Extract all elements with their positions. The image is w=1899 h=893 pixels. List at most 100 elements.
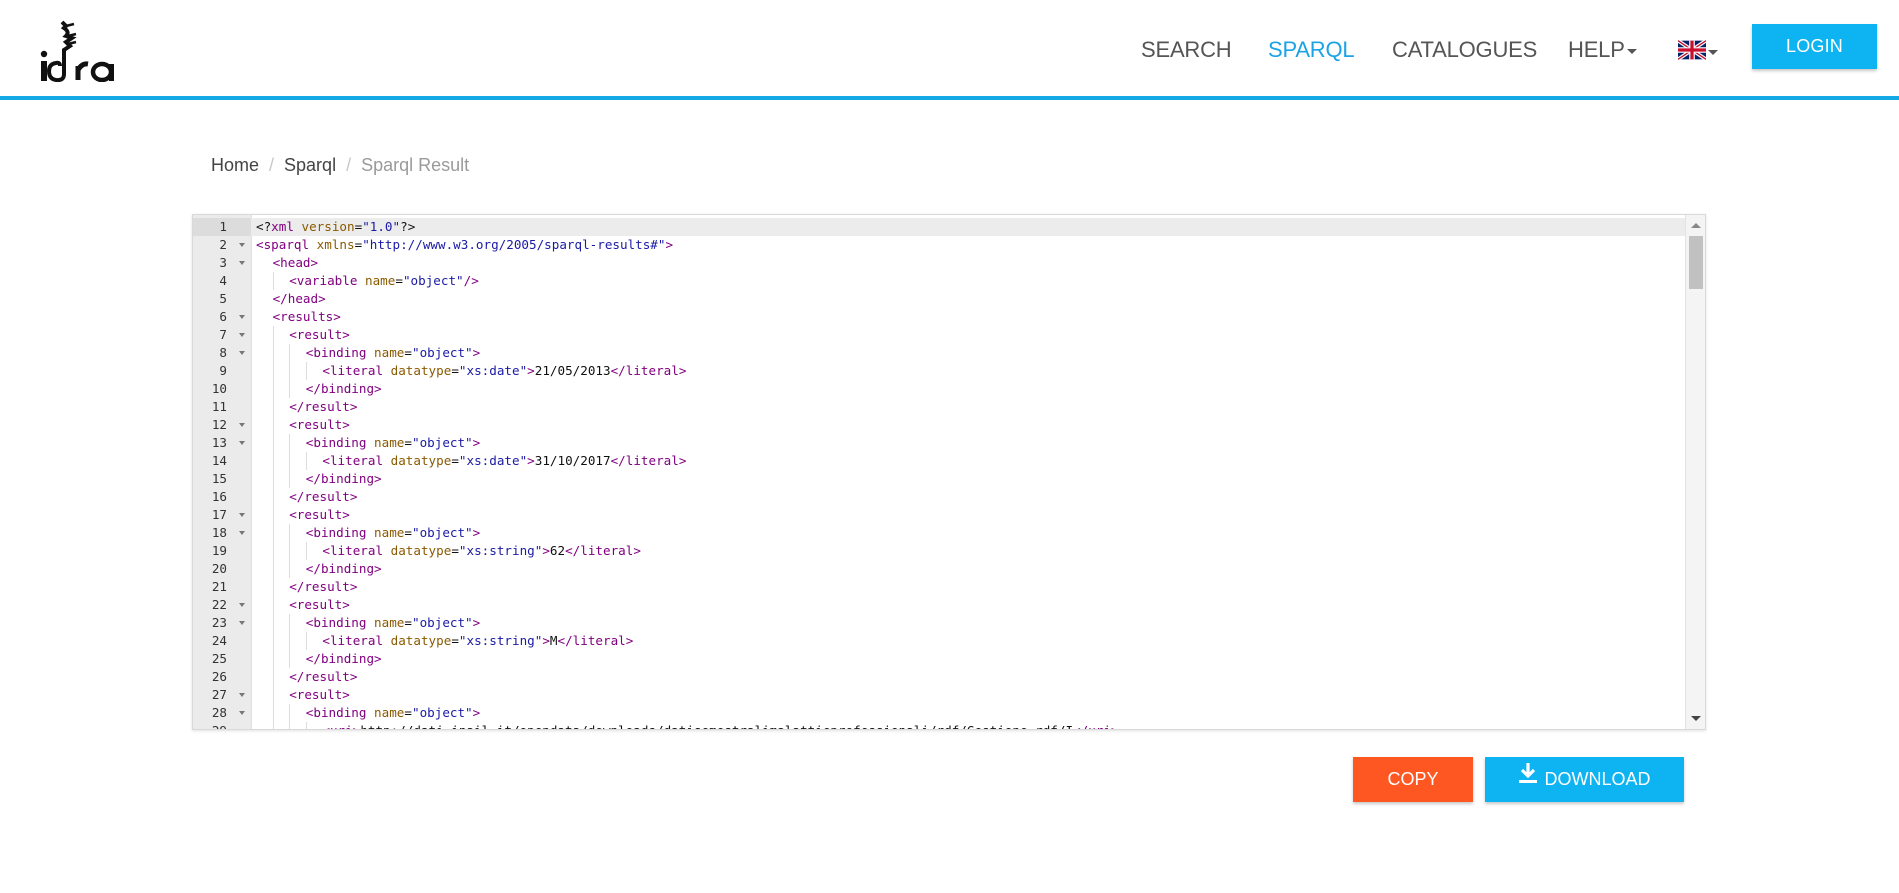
code-token: >	[472, 705, 481, 720]
indent-guide	[272, 704, 274, 722]
indent-guide	[272, 398, 274, 416]
code-token: <uri>	[322, 723, 360, 729]
fold-toggle-icon[interactable]	[239, 513, 245, 517]
line-number: 18	[211, 525, 227, 540]
code-token: >	[542, 633, 550, 648]
download-label: DOWNLOAD	[1544, 769, 1651, 789]
code-line[interactable]: <binding name="object">	[251, 524, 1685, 542]
code-token: <literal	[322, 363, 391, 378]
code-line[interactable]: <variable name="object"/>	[251, 272, 1685, 290]
code-line[interactable]: <?xml version="1.0"?>	[251, 218, 1685, 236]
code-line[interactable]: </result>	[251, 668, 1685, 686]
fold-toggle-icon[interactable]	[239, 333, 245, 337]
gutter-line: 28	[193, 704, 251, 722]
scroll-up-arrow-icon[interactable]	[1691, 223, 1701, 228]
nav-help[interactable]: HELP	[1568, 36, 1637, 64]
code-line[interactable]: <result>	[251, 326, 1685, 344]
nav-search[interactable]: SEARCH	[1141, 36, 1232, 64]
code-line[interactable]: <results>	[251, 308, 1685, 326]
scrollbar-thumb[interactable]	[1689, 236, 1703, 289]
code-token: </binding>	[305, 471, 382, 486]
indent-guide	[272, 416, 274, 434]
fold-toggle-icon[interactable]	[239, 603, 245, 607]
indent-guide	[289, 704, 291, 722]
fold-toggle-icon[interactable]	[239, 531, 245, 535]
fold-toggle-icon[interactable]	[239, 351, 245, 355]
code-line[interactable]: <binding name="object">	[251, 704, 1685, 722]
code-line[interactable]: </binding>	[251, 380, 1685, 398]
code-token: xml	[271, 219, 302, 234]
code-token: "object"	[411, 705, 473, 720]
code-line[interactable]: <literal datatype="xs:date">31/10/2017</…	[251, 452, 1685, 470]
code-line[interactable]: </head>	[251, 290, 1685, 308]
code-line[interactable]: <binding name="object">	[251, 614, 1685, 632]
code-token: "object"	[411, 615, 473, 630]
indent-guide	[272, 632, 274, 650]
fold-toggle-icon[interactable]	[239, 243, 245, 247]
download-button[interactable]: DOWNLOAD	[1485, 757, 1684, 802]
fold-toggle-icon[interactable]	[239, 423, 245, 427]
code-line[interactable]: <binding name="object">	[251, 434, 1685, 452]
code-line[interactable]: </binding>	[251, 560, 1685, 578]
code-line[interactable]: </result>	[251, 578, 1685, 596]
code-line[interactable]: </result>	[251, 488, 1685, 506]
code-line[interactable]: <result>	[251, 416, 1685, 434]
code-token: =	[451, 453, 459, 468]
code-content[interactable]: <?xml version="1.0"?> <sparql xmlns="http…	[251, 215, 1685, 729]
breadcrumb-home[interactable]: Home	[211, 155, 259, 175]
code-line[interactable]: <result>	[251, 506, 1685, 524]
language-selector[interactable]	[1676, 39, 1718, 65]
gutter-line: 16	[193, 488, 251, 506]
code-line[interactable]: <uri>http://dati.inail.it/opendata/downl…	[251, 722, 1685, 729]
indent-guide	[272, 488, 274, 506]
code-token: >	[472, 615, 481, 630]
code-token: <binding	[305, 345, 375, 360]
code-line[interactable]: </result>	[251, 398, 1685, 416]
fold-toggle-icon[interactable]	[239, 441, 245, 445]
gutter-line: 11	[193, 398, 251, 416]
code-token: =	[451, 543, 459, 558]
code-line[interactable]: <head>	[251, 254, 1685, 272]
line-number: 11	[211, 399, 227, 414]
breadcrumb-sparql[interactable]: Sparql	[284, 155, 336, 175]
code-line[interactable]: <binding name="object">	[251, 344, 1685, 362]
nav-catalogues[interactable]: CATALOGUES	[1392, 36, 1537, 64]
code-token: </binding>	[305, 381, 382, 396]
idra-logo[interactable]	[36, 14, 120, 83]
code-line[interactable]: </binding>	[251, 650, 1685, 668]
code-token: <literal	[322, 543, 391, 558]
fold-toggle-icon[interactable]	[239, 315, 245, 319]
code-line[interactable]: <result>	[251, 686, 1685, 704]
fold-toggle-icon[interactable]	[239, 621, 245, 625]
code-line[interactable]: <result>	[251, 596, 1685, 614]
indent-guide	[272, 578, 274, 596]
fold-toggle-icon[interactable]	[239, 261, 245, 265]
fold-toggle-icon[interactable]	[239, 693, 245, 697]
code-token: </result>	[289, 669, 358, 684]
login-button[interactable]: LOGIN	[1752, 24, 1877, 69]
code-line[interactable]: <literal datatype="xs:string">M</literal…	[251, 632, 1685, 650]
code-token: <literal	[322, 633, 391, 648]
fold-toggle-icon[interactable]	[239, 711, 245, 715]
indent-guide	[272, 542, 274, 560]
code-token: </binding>	[305, 561, 382, 576]
copy-button[interactable]: COPY	[1353, 757, 1473, 802]
nav-sparql[interactable]: SPARQL	[1268, 36, 1355, 64]
top-navbar: SEARCH SPARQL CATALOGUES HELP LOGIN	[0, 0, 1899, 100]
scroll-down-arrow-icon[interactable]	[1691, 716, 1701, 721]
vertical-scrollbar[interactable]	[1685, 215, 1705, 729]
code-token: <result>	[289, 687, 350, 702]
code-line[interactable]: <sparql xmlns="http://www.w3.org/2005/sp…	[251, 236, 1685, 254]
code-token: <results>	[272, 309, 341, 324]
code-line[interactable]: <literal datatype="xs:date">21/05/2013</…	[251, 362, 1685, 380]
code-token: =	[395, 273, 403, 288]
sparql-result-editor[interactable]: 1 2 3 4 5 6 7 8 9 10 11 12 13 14 15 16 17 18 19 20 21 22 23 24 2…	[192, 214, 1706, 730]
indent-guide	[289, 632, 291, 650]
gutter-line: 6	[193, 308, 251, 326]
code-line[interactable]: </binding>	[251, 470, 1685, 488]
code-line[interactable]: <literal datatype="xs:string">62</litera…	[251, 542, 1685, 560]
line-number: 4	[219, 273, 227, 288]
code-token: </literal>	[557, 633, 634, 648]
code-token: 31/10/2017	[534, 453, 611, 468]
line-number: 6	[219, 309, 227, 324]
